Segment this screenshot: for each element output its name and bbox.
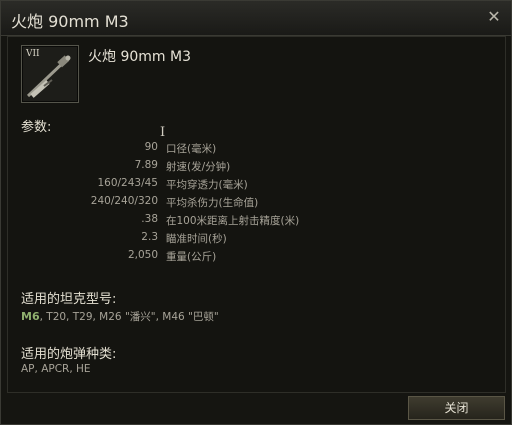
param-value: 2.3 (141, 231, 158, 243)
param-row: 7.89 射速(发/分钟) (8, 159, 505, 177)
params-heading: 参数: (21, 120, 52, 135)
other-tanks: , T20, T29, M26 "潘兴", M46 "巴顿" (39, 311, 219, 323)
param-value: 240/240/320 (90, 195, 158, 207)
compatible-shells-heading: 适用的炮弹种类: (21, 347, 117, 362)
param-value: 90 (144, 141, 158, 153)
gun-icon (26, 55, 71, 98)
param-label: 在100米距离上射击精度(米) (166, 215, 300, 227)
window-title: 火炮 90mm M3 (11, 12, 129, 31)
compatible-tanks-list: M6, T20, T29, M26 "潘兴", M46 "巴顿" (21, 309, 219, 324)
param-label: 口径(毫米) (166, 143, 217, 155)
param-value: 2,050 (127, 249, 158, 261)
close-icon[interactable]: ✕ (486, 9, 502, 25)
param-value: 7.89 (134, 159, 158, 171)
compatible-shells-list: AP, APCR, HE (21, 363, 91, 375)
title-bar: 火炮 90mm M3 ✕ (1, 1, 511, 36)
param-row: 160/243/45 平均穿透力(毫米) (8, 177, 505, 195)
close-button[interactable]: 关闭 (408, 396, 505, 420)
module-info-window: 火炮 90mm M3 ✕ VII 火炮 90mm M3 参数: I 90 口径(… (0, 0, 512, 425)
param-row: 2.3 瞄准时间(秒) (8, 231, 505, 249)
current-tank-highlight: M6 (21, 310, 40, 323)
module-name: 火炮 90mm M3 (88, 49, 191, 65)
param-value: .38 (141, 213, 158, 225)
param-label: 重量(公斤) (166, 251, 217, 263)
module-image: VII (21, 45, 79, 103)
param-label: 平均杀伤力(生命值) (166, 197, 259, 209)
param-row: 2,050 重量(公斤) (8, 249, 505, 267)
param-row: 240/240/320 平均杀伤力(生命值) (8, 195, 505, 213)
param-label: 平均穿透力(毫米) (166, 179, 248, 191)
param-value: 160/243/45 (97, 177, 158, 189)
compatible-tanks-heading: 适用的坦克型号: (21, 292, 117, 307)
content-panel: VII 火炮 90mm M3 参数: I 90 口径(毫米) 7.89 射速(发… (7, 36, 506, 393)
param-label: 射速(发/分钟) (166, 161, 231, 173)
param-label: 瞄准时间(秒) (166, 233, 227, 245)
param-row: 90 口径(毫米) (8, 141, 505, 159)
param-row: .38 在100米距离上射击精度(米) (8, 213, 505, 231)
text-cursor-icon: I (160, 125, 166, 140)
